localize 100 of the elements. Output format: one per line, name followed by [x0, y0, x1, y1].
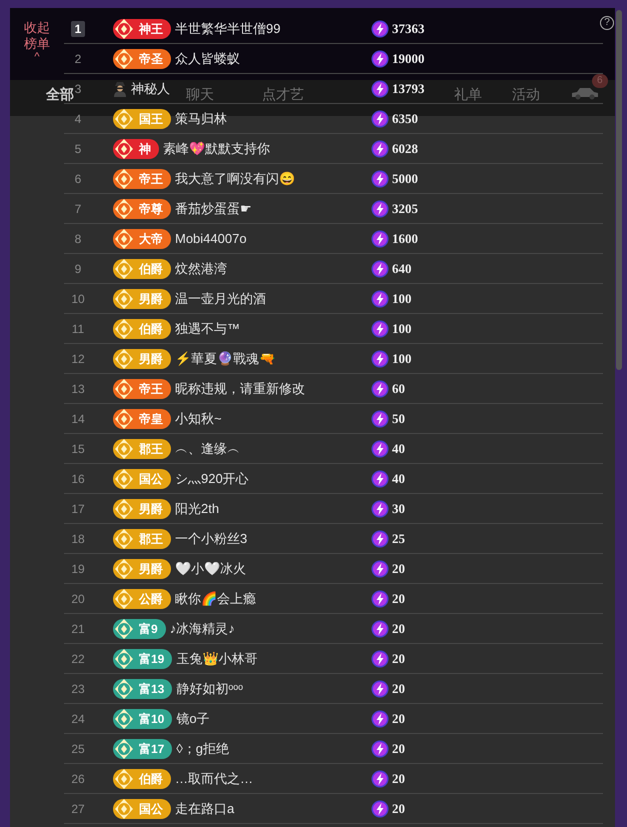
rank-number: 21 — [71, 620, 85, 638]
rank-number: 11 — [72, 320, 84, 338]
score: 100 — [392, 290, 412, 308]
badge-label: 郡王 — [139, 532, 163, 546]
user-name[interactable]: 一个小粉丝3 — [175, 528, 248, 548]
user-name[interactable]: 昵称违规，请重新修改 — [175, 378, 305, 398]
lightning-coin-icon — [371, 290, 389, 308]
badge-label: 公爵 — [139, 592, 163, 606]
rank-number: 26 — [71, 770, 85, 788]
lightning-coin-icon — [371, 710, 389, 728]
user-name[interactable]: ⚡華夏🔮戰魂🔫 — [175, 348, 275, 368]
user-name[interactable]: Mobi44007o — [175, 228, 247, 248]
collapse-ranking-button[interactable]: 收起榜单 — [24, 20, 50, 52]
lightning-coin-icon — [371, 230, 389, 248]
car-icon[interactable] — [570, 86, 600, 100]
badge-label: 国王 — [139, 112, 163, 126]
score: 40 — [392, 470, 405, 488]
lightning-coin-icon — [371, 110, 389, 128]
user-name[interactable]: ◊；g拒绝 — [176, 738, 230, 758]
badge-label: 男爵 — [139, 292, 163, 306]
tab[interactable]: 聊天 — [186, 84, 214, 105]
user-name[interactable]: 静好如初ᵒᵒᵒ — [176, 678, 244, 698]
rank-number: 27 — [71, 800, 85, 818]
lightning-coin-icon — [371, 410, 389, 428]
user-name[interactable]: 素峰💖默默支持你 — [163, 138, 270, 158]
rank-number: 3 — [74, 80, 82, 98]
lightning-coin-icon — [371, 470, 389, 488]
tab[interactable]: 点才艺 — [262, 84, 304, 105]
user-name[interactable]: 半世繁华半世僧99 — [175, 18, 280, 38]
user-name[interactable]: シ灬920开心 — [175, 468, 249, 488]
user-name[interactable]: ︵、逢缘︵ — [175, 438, 240, 458]
score: 30 — [392, 500, 405, 518]
user-name[interactable]: 我大意了啊没有闪😄 — [175, 168, 295, 188]
badge-label: 伯爵 — [139, 772, 163, 786]
rank-number: 25 — [71, 740, 85, 758]
score: 6028 — [392, 140, 418, 158]
badge-label: 伯爵 — [139, 322, 163, 336]
user-name[interactable]: 策马归林 — [175, 108, 227, 128]
rank-number: 9 — [74, 260, 82, 278]
rank-number: 18 — [71, 530, 85, 548]
user-name[interactable]: 炆然港湾 — [175, 258, 227, 278]
score: 6350 — [392, 110, 418, 128]
score: 20 — [392, 770, 405, 788]
lightning-coin-icon — [371, 530, 389, 548]
lightning-coin-icon — [371, 320, 389, 338]
tab[interactable]: 全部 — [46, 84, 74, 105]
lightning-coin-icon — [371, 800, 389, 818]
lightning-coin-icon — [371, 740, 389, 758]
badge-label: 富19 — [139, 652, 164, 666]
lightning-coin-icon — [371, 770, 389, 788]
user-name[interactable]: 阳光2th — [175, 498, 220, 518]
lightning-coin-icon — [371, 650, 389, 668]
user-name[interactable]: 番茄炒蛋蛋☛ — [175, 198, 252, 218]
lightning-coin-icon — [371, 20, 389, 38]
tab[interactable]: 活动 — [512, 84, 540, 105]
score: 20 — [392, 800, 405, 818]
user-name[interactable]: …取而代之… — [175, 768, 253, 788]
score: 5000 — [392, 170, 418, 188]
score: 640 — [392, 260, 412, 278]
badge-label: 帝圣 — [139, 52, 163, 66]
user-name[interactable]: 温一壶月光的酒 — [175, 288, 266, 308]
score: 25 — [392, 530, 405, 548]
score: 100 — [392, 320, 412, 338]
rank-number: 8 — [74, 230, 82, 248]
user-name[interactable]: 众人皆蝼蚁 — [175, 48, 240, 68]
user-name[interactable]: 小知秋~ — [175, 408, 222, 428]
tab[interactable]: 礼单 — [454, 84, 482, 105]
user-name[interactable]: 镜o子 — [176, 708, 210, 728]
user-name[interactable]: 瞅你🌈会上瘾 — [175, 588, 256, 608]
lightning-coin-icon — [371, 380, 389, 398]
lightning-coin-icon — [371, 350, 389, 368]
badge-label: 郡王 — [139, 442, 163, 456]
caret-icon: ^ — [34, 52, 40, 62]
score: 20 — [392, 590, 405, 608]
score: 40 — [392, 440, 405, 458]
help-icon[interactable]: ? — [600, 16, 614, 30]
lightning-coin-icon — [371, 440, 389, 458]
user-name[interactable]: ♪冰海精灵♪ — [170, 618, 235, 638]
score: 20 — [392, 710, 405, 728]
lightning-coin-icon — [371, 80, 389, 98]
score: 100 — [392, 350, 412, 368]
user-name[interactable]: 独遇不与™ — [175, 318, 240, 338]
rank-number: 7 — [74, 200, 82, 218]
badge-label: 帝王 — [139, 382, 163, 396]
score: 50 — [392, 410, 405, 428]
user-name[interactable]: 🤍小🤍冰火 — [175, 558, 246, 578]
user-name[interactable]: 神秘人 — [131, 78, 170, 98]
score: 20 — [392, 740, 405, 758]
badge-label: 富10 — [139, 712, 164, 726]
rank-number: 6 — [74, 170, 82, 188]
rank-number: 13 — [71, 380, 85, 398]
rank-number: 14 — [71, 410, 85, 428]
user-name[interactable]: 玉兔👑小林哥 — [176, 648, 258, 668]
badge-label: 帝皇 — [139, 412, 163, 426]
rank-number: 24 — [71, 710, 85, 728]
rank-number: 17 — [71, 500, 85, 518]
user-name[interactable]: 走在路口a — [175, 798, 234, 818]
lightning-coin-icon — [371, 680, 389, 698]
badge-label: 男爵 — [139, 562, 163, 576]
score: 20 — [392, 620, 405, 638]
